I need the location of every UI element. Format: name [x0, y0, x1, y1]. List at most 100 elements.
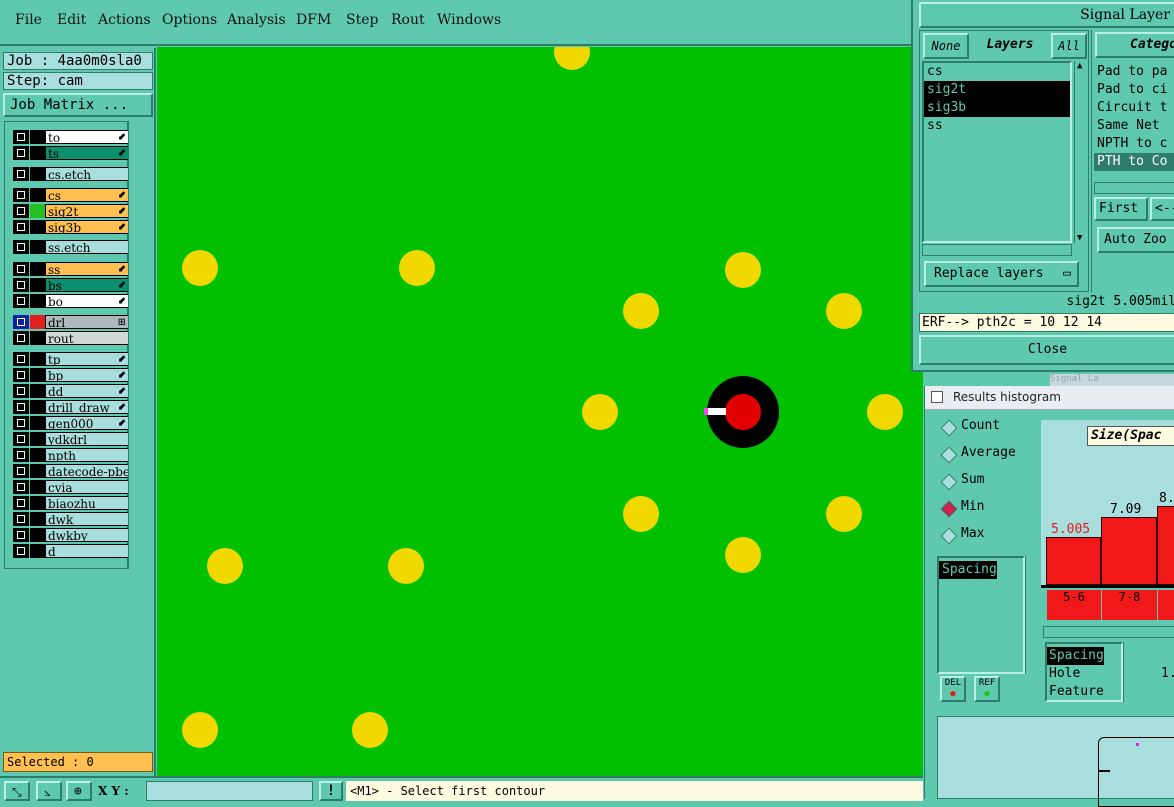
layer-name[interactable]: tp ⬋ — [45, 352, 129, 366]
layers-tab[interactable]: Layers — [972, 33, 1048, 59]
layer-name[interactable]: cvia — [45, 480, 129, 494]
layer-row-sig3b[interactable]: sig3b ⬋ — [13, 220, 129, 234]
menu-analysis[interactable]: Analysis — [227, 12, 286, 28]
layer-row-cs-etch[interactable]: cs.etch — [13, 167, 129, 181]
layer-checkbox[interactable] — [13, 130, 29, 144]
layer-name[interactable]: rout — [45, 331, 129, 345]
layer-checkbox[interactable] — [13, 278, 29, 292]
signal-layer-item[interactable]: cs — [924, 63, 1070, 81]
xy-input[interactable] — [146, 781, 313, 801]
prev-button[interactable]: <-- — [1150, 197, 1174, 221]
layer-row-npth[interactable]: npth — [13, 448, 129, 462]
menu-rout[interactable]: Rout — [391, 12, 425, 28]
layer-color-swatch[interactable] — [30, 240, 45, 254]
job-matrix-button[interactable]: Job Matrix ... — [3, 93, 153, 117]
layer-row-bs[interactable]: bs ⬋ — [13, 278, 129, 292]
layer-name[interactable]: cs.etch — [45, 167, 129, 181]
layer-color-swatch[interactable] — [30, 352, 45, 366]
layer-name[interactable]: drl ⊞ — [45, 315, 129, 329]
signal-layer-item[interactable]: sig2t — [924, 81, 1070, 99]
layer-name[interactable]: dwk — [45, 512, 129, 526]
layer-color-swatch[interactable] — [30, 432, 45, 446]
snap-button[interactable]: ⊕ — [66, 781, 92, 801]
layer-color-swatch[interactable] — [30, 544, 45, 558]
layer-row-biaozhu[interactable]: biaozhu — [13, 496, 129, 510]
layer-checkbox[interactable] — [13, 512, 29, 526]
layer-checkbox[interactable] — [13, 544, 29, 558]
layer-color-swatch[interactable] — [30, 146, 45, 160]
signal-layer-item[interactable]: sig3b — [924, 99, 1070, 117]
layer-row-gen000[interactable]: gen000 ⬋ — [13, 416, 129, 430]
result-type-item[interactable]: Feature — [1047, 683, 1121, 701]
layer-checkbox[interactable] — [13, 432, 29, 446]
layer-checkbox[interactable] — [13, 528, 29, 542]
category-item[interactable]: Pad to ci — [1094, 81, 1174, 99]
layer-checkbox[interactable] — [13, 331, 29, 345]
layer-name[interactable]: bo ⬋ — [45, 294, 129, 308]
replace-layers-button[interactable]: Replace layers ▭ — [924, 261, 1079, 287]
layer-row-ydkdrl[interactable]: ydkdrl — [13, 432, 129, 446]
layer-row-rout[interactable]: rout — [13, 331, 129, 345]
layer-color-swatch[interactable] — [30, 331, 45, 345]
layer-color-swatch[interactable] — [30, 188, 45, 202]
layer-color-swatch[interactable] — [30, 480, 45, 494]
layer-name[interactable]: ss ⬋ — [45, 262, 129, 276]
signal-layer-item[interactable]: ss — [924, 117, 1070, 135]
measure-type-vscroll[interactable] — [1025, 556, 1037, 674]
menu-dfm[interactable]: DFM — [296, 12, 331, 28]
category-tab[interactable]: Catego — [1095, 32, 1174, 58]
ref-button[interactable]: REF ● — [974, 676, 1000, 702]
layer-color-swatch[interactable] — [30, 368, 45, 382]
layer-row-dwk[interactable]: dwk — [13, 512, 129, 526]
layer-color-swatch[interactable] — [30, 464, 45, 478]
layer-checkbox[interactable] — [13, 240, 29, 254]
layer-color-swatch[interactable] — [30, 400, 45, 414]
layer-name[interactable]: dwkby — [45, 528, 129, 542]
none-button[interactable]: None — [923, 33, 969, 59]
category-hscroll[interactable] — [1094, 182, 1174, 194]
layer-color-swatch[interactable] — [30, 512, 45, 526]
layer-name[interactable]: biaozhu — [45, 496, 129, 510]
layer-list-scrollbar[interactable] — [128, 121, 154, 569]
mode-radio-sum[interactable]: Sum — [937, 472, 1037, 492]
auto-zoom-button[interactable]: Auto Zoo — [1097, 227, 1174, 253]
layer-name[interactable]: datecode-pbe — [45, 464, 129, 478]
layer-row-cvia[interactable]: cvia — [13, 480, 129, 494]
layer-checkbox[interactable] — [13, 188, 29, 202]
layer-name[interactable]: bp ⬋ — [45, 368, 129, 382]
layer-row-bp[interactable]: bp ⬋ — [13, 368, 129, 382]
layer-checkbox[interactable] — [13, 384, 29, 398]
layer-row-drill-draw[interactable]: drill_draw ⬋ — [13, 400, 129, 414]
graphics-canvas[interactable] — [157, 47, 923, 776]
layer-checkbox[interactable] — [13, 294, 29, 308]
layer-name[interactable]: ss.etch — [45, 240, 129, 254]
layer-name[interactable]: npth — [45, 448, 129, 462]
layer-name[interactable]: d — [45, 544, 129, 558]
layer-select-list[interactable]: cs sig2t sig3b ss — [922, 61, 1072, 243]
layer-color-swatch[interactable] — [30, 262, 45, 276]
layer-row-ss[interactable]: ss ⬋ — [13, 262, 129, 276]
measure-button[interactable]: ⦣ — [36, 781, 62, 801]
layer-checkbox[interactable] — [13, 416, 29, 430]
mode-radio-average[interactable]: Average — [937, 445, 1037, 465]
layer-row-datecode-pbe[interactable]: datecode-pbe — [13, 464, 129, 478]
result-type-list[interactable]: Spacing Hole Feature — [1045, 642, 1123, 702]
category-item[interactable]: PTH to Co — [1094, 153, 1174, 171]
layer-name[interactable]: gen000 ⬋ — [45, 416, 129, 430]
layer-name[interactable]: sig2t ⬋ — [45, 204, 129, 218]
measure-type-list[interactable]: Spacing — [937, 556, 1025, 674]
layer-name[interactable]: cs ⬋ — [45, 188, 129, 202]
layer-name[interactable]: to ⬋ — [45, 130, 129, 144]
layer-checkbox[interactable] — [13, 220, 29, 234]
layer-color-swatch[interactable] — [30, 130, 45, 144]
menu-options[interactable]: Options — [162, 12, 217, 28]
layer-list-vscroll[interactable]: ▲ ▼ — [1074, 61, 1087, 243]
layer-checkbox[interactable] — [13, 167, 29, 181]
menu-step[interactable]: Step — [346, 12, 378, 28]
category-item[interactable]: Circuit t — [1094, 99, 1174, 117]
layer-checkbox[interactable] — [13, 204, 29, 218]
layer-color-swatch[interactable] — [30, 204, 45, 218]
layer-checkbox[interactable] — [13, 262, 29, 276]
layer-color-swatch[interactable] — [30, 278, 45, 292]
layer-name[interactable]: ydkdrl — [45, 432, 129, 446]
